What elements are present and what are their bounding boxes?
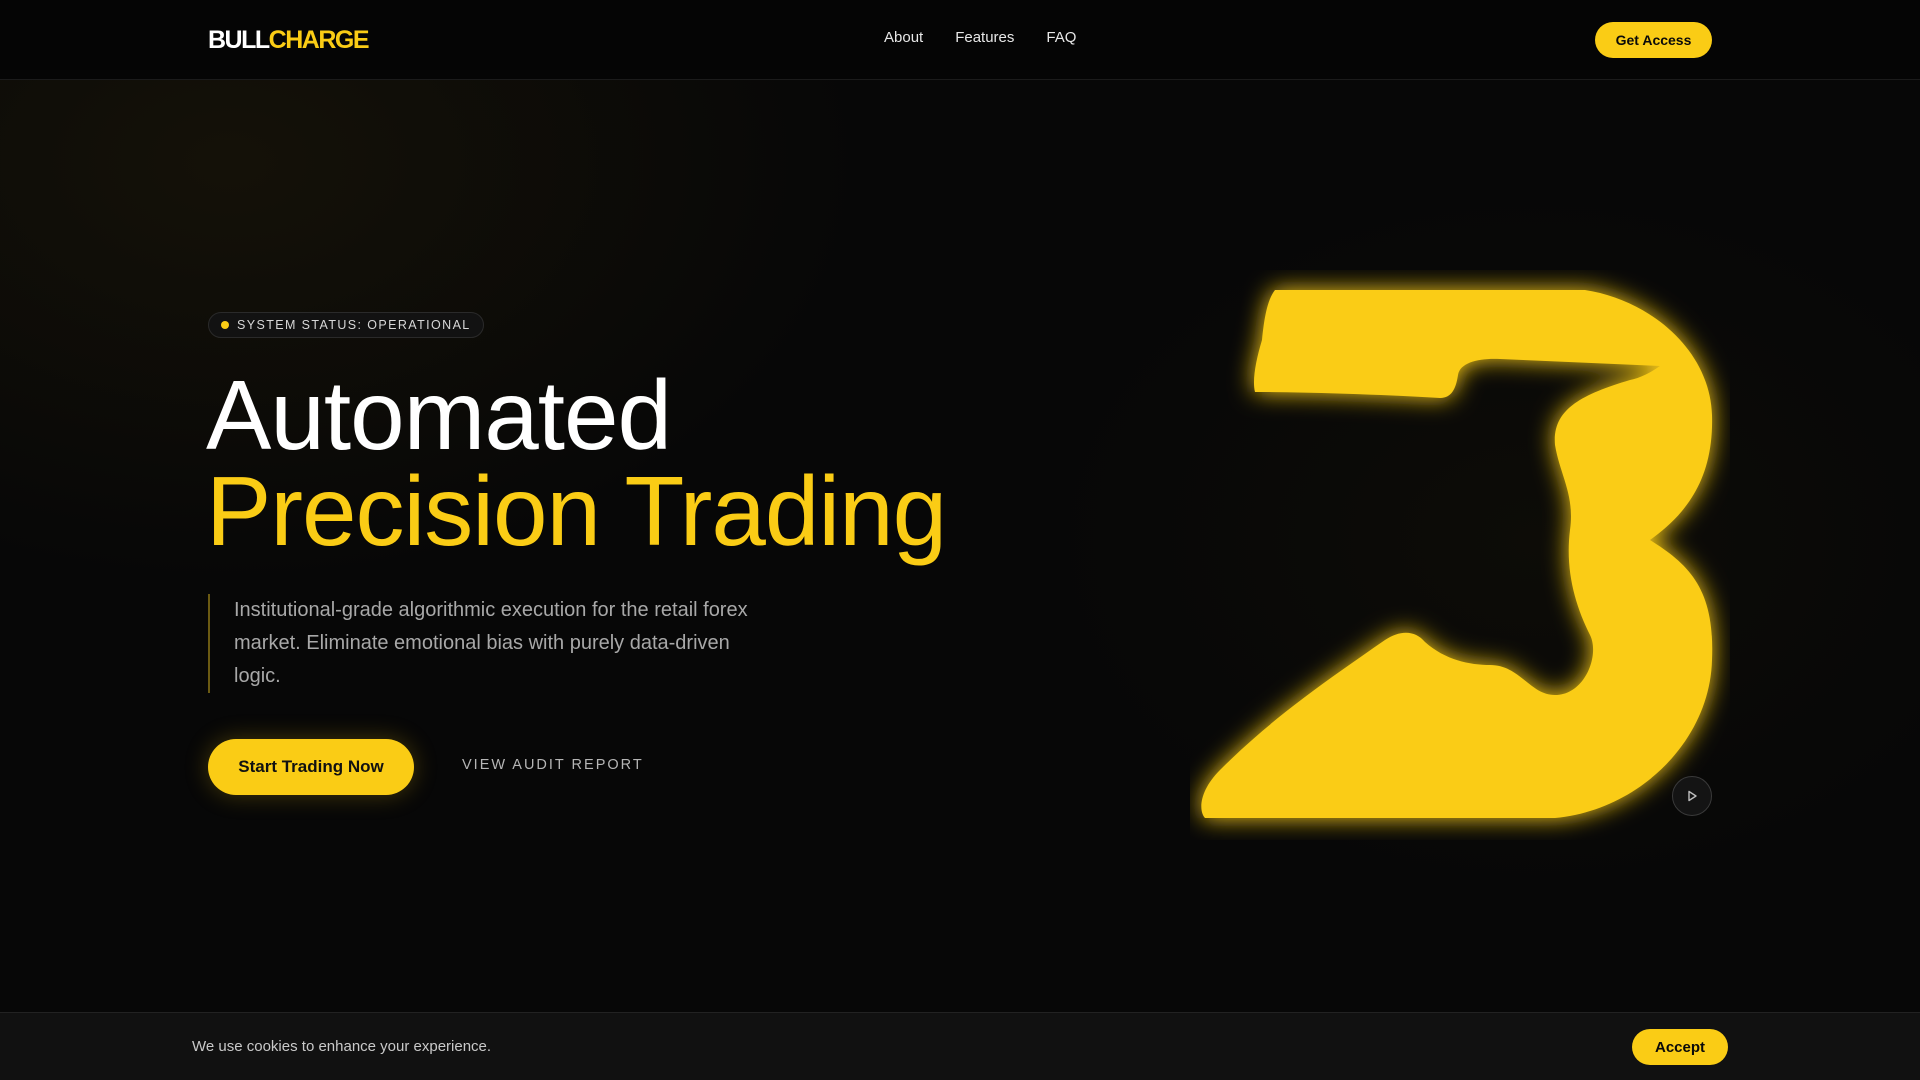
play-icon (1688, 790, 1697, 802)
nav-link-about[interactable]: About (884, 29, 923, 46)
view-audit-report-link[interactable]: VIEW AUDIT REPORT (462, 757, 644, 773)
accept-cookies-button[interactable]: Accept (1632, 1029, 1728, 1065)
status-text: SYSTEM STATUS: OPERATIONAL (237, 318, 471, 332)
logo-part-bull: BULL (208, 26, 270, 54)
status-dot-icon (221, 321, 229, 329)
play-button[interactable] (1672, 776, 1712, 816)
nav-link-faq[interactable]: FAQ (1046, 29, 1076, 46)
numeral-graphic (1201, 290, 1713, 818)
brand-logo[interactable]: BULLCHARGE (208, 25, 370, 55)
system-status-badge: SYSTEM STATUS: OPERATIONAL (208, 312, 484, 338)
hero-title-line1: Automated (206, 360, 672, 470)
get-access-button[interactable]: Get Access (1595, 22, 1712, 58)
cookie-message: We use cookies to enhance your experienc… (192, 1038, 492, 1055)
hero-title-line2: Precision Trading (206, 456, 947, 566)
hero-title: Automated Precision Trading (206, 360, 947, 566)
hero-description: Institutional-grade algorithmic executio… (208, 594, 768, 693)
main-nav: About Features FAQ (884, 29, 1076, 46)
logo-part-charge: CHARGE (268, 26, 370, 54)
cookie-banner: We use cookies to enhance your experienc… (0, 1012, 1920, 1080)
start-trading-button[interactable]: Start Trading Now (208, 739, 414, 795)
top-navbar: BULLCHARGE About Features FAQ Get Access (0, 0, 1920, 80)
nav-link-features[interactable]: Features (955, 29, 1014, 46)
